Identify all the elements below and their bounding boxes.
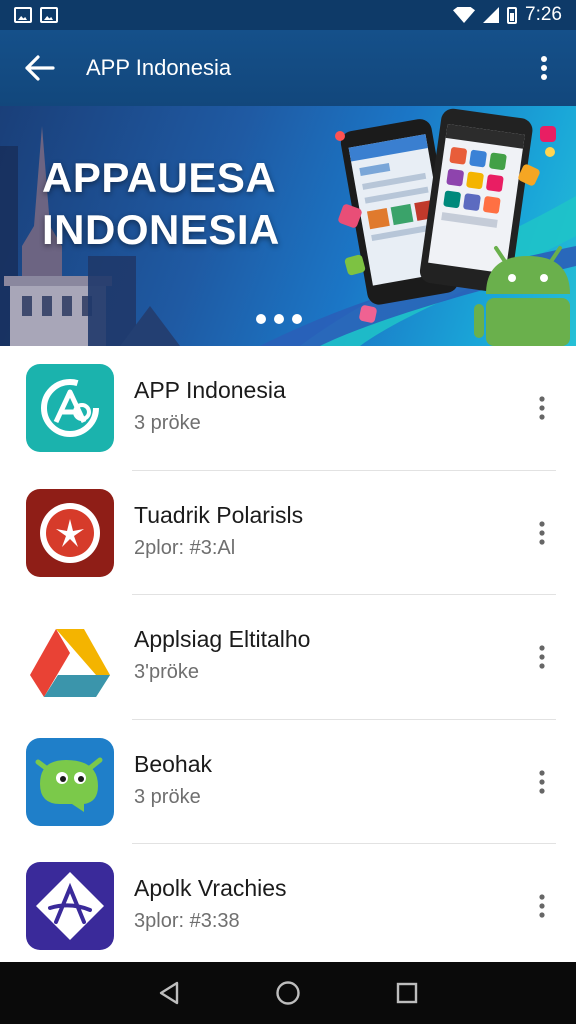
app-subtitle: 3'pröke <box>134 661 199 684</box>
overflow-menu-button[interactable] <box>524 48 564 88</box>
app-name: Applsiag Eltitalho <box>134 626 311 653</box>
red-star-logo-icon <box>26 488 114 577</box>
more-vert-icon <box>539 770 545 794</box>
arrow-left-icon <box>25 55 55 81</box>
item-more-button[interactable] <box>524 760 560 804</box>
item-more-button[interactable] <box>524 884 560 928</box>
more-vert-icon <box>541 56 547 80</box>
banner-pager <box>256 314 302 324</box>
app-subtitle: 3 pröke <box>134 785 201 808</box>
status-time: 7:26 <box>525 4 562 25</box>
app-bar: APP Indonesia <box>0 30 576 106</box>
signal-icon <box>483 7 500 23</box>
app-name: Tuadrik Polarisls <box>134 501 304 528</box>
status-bar: 7:26 <box>0 0 576 30</box>
page-title: APP Indonesia <box>86 55 232 80</box>
nav-home-button[interactable] <box>264 969 312 1017</box>
list-item-texts: Tuadrik Polarisls 2plor: #3:Al <box>134 502 524 560</box>
item-more-button[interactable] <box>524 635 560 679</box>
image-notification-icon <box>40 7 58 23</box>
app-list: APP Indonesia 3 pröke Tuadrik Polarisls … <box>0 346 576 969</box>
app-subtitle: 2plor: #3:Al <box>134 536 236 559</box>
status-left <box>14 7 58 23</box>
app-name: APP Indonesia <box>134 377 286 404</box>
item-more-button[interactable] <box>524 386 560 430</box>
more-vert-icon <box>539 645 545 669</box>
app-name: Beohak <box>134 750 213 777</box>
purple-diamond-logo-icon <box>26 862 114 951</box>
green-mascot-logo-icon <box>26 737 114 826</box>
pager-dot[interactable] <box>292 314 302 324</box>
image-notification-icon <box>14 7 32 23</box>
triangle-drive-logo-icon <box>26 613 114 702</box>
list-item-texts: Apolk Vrachies 3plor: #3:38 <box>134 875 524 933</box>
app-subtitle: 3 pröke <box>134 412 201 435</box>
status-right: 7:26 <box>453 4 562 26</box>
nav-recents-button[interactable] <box>383 969 431 1017</box>
nav-back-button[interactable] <box>145 969 193 1017</box>
list-item[interactable]: Applsiag Eltitalho 3'pröke <box>0 595 576 720</box>
list-item[interactable]: Beohak 3 pröke <box>0 720 576 844</box>
list-item[interactable]: Apolk Vrachies 3plor: #3:38 <box>0 844 576 969</box>
banner-title-line1: APPAUESA <box>42 154 277 201</box>
banner-title: APPAUESA INDONESIA <box>42 152 280 256</box>
list-item[interactable]: APP Indonesia 3 pröke <box>0 346 576 471</box>
item-more-button[interactable] <box>524 511 560 555</box>
pager-dot[interactable] <box>256 314 266 324</box>
list-item[interactable]: Tuadrik Polarisls 2plor: #3:Al <box>0 471 576 595</box>
banner-title-line2: INDONESIA <box>42 206 280 253</box>
battery-icon <box>507 6 518 24</box>
more-vert-icon <box>539 894 545 918</box>
teal-a-logo-icon <box>26 364 114 453</box>
recents-square-icon <box>396 982 417 1004</box>
list-item-texts: APP Indonesia 3 pröke <box>134 377 524 435</box>
app-subtitle: 3plor: #3:38 <box>134 910 240 933</box>
home-circle-icon <box>276 981 300 1005</box>
more-vert-icon <box>539 396 545 420</box>
promo-banner[interactable]: APPAUESA INDONESIA <box>0 106 576 346</box>
wifi-icon <box>453 7 476 23</box>
pager-dot[interactable] <box>274 314 284 324</box>
system-nav-bar <box>0 962 576 1024</box>
list-item-texts: Applsiag Eltitalho 3'pröke <box>134 626 524 684</box>
app-name: Apolk Vrachies <box>134 875 287 902</box>
more-vert-icon <box>539 521 545 545</box>
back-triangle-icon <box>160 981 179 1005</box>
list-item-texts: Beohak 3 pröke <box>134 751 524 809</box>
back-button[interactable] <box>20 48 60 88</box>
